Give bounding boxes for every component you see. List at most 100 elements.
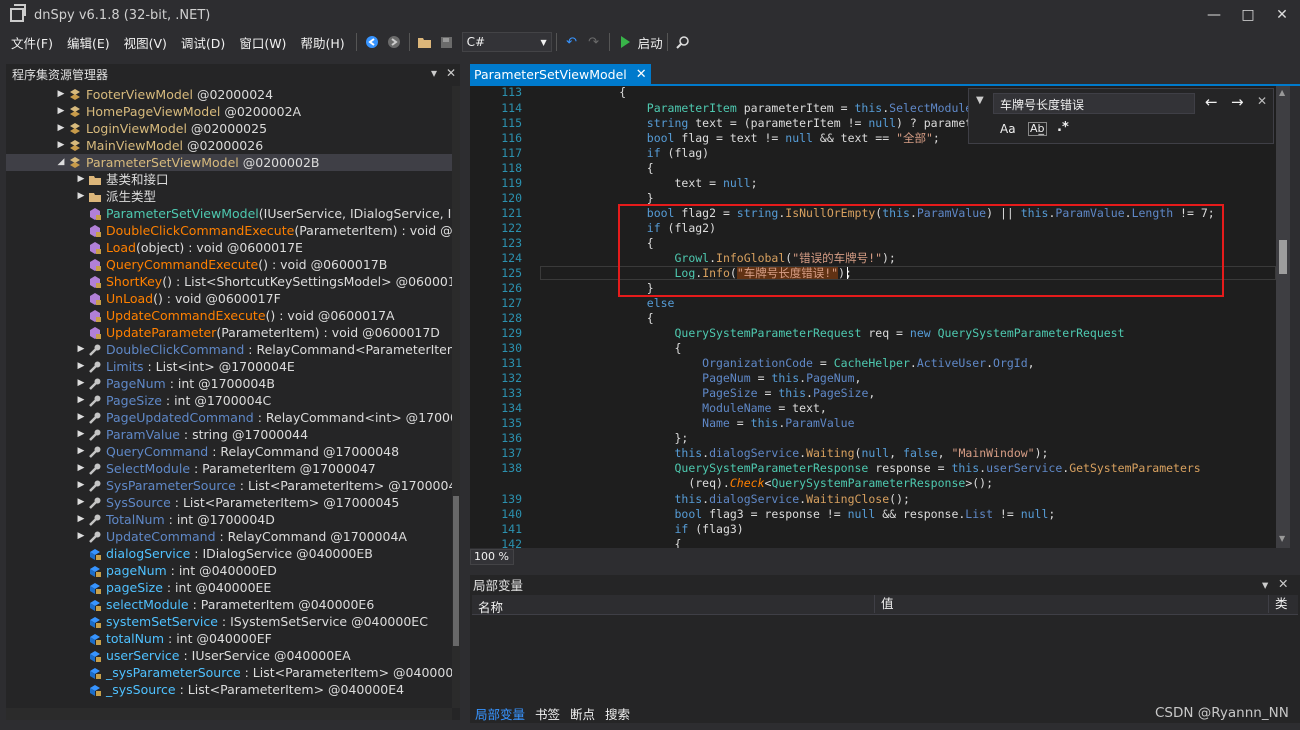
tree-item[interactable]: ▶ LoginViewModel @02000025	[6, 120, 452, 137]
expand-arrow-icon[interactable]: ▶	[76, 511, 86, 528]
whole-word-toggle[interactable]: Ab̲	[1028, 122, 1047, 136]
tree-item[interactable]: ▶ 派生类型	[6, 188, 452, 205]
column-header-name[interactable]: 名称	[478, 597, 503, 616]
code-line[interactable]: {	[536, 342, 681, 355]
tree-item[interactable]: ▶ SelectModule : ParameterItem @17000047	[6, 460, 452, 477]
find-input[interactable]: 车牌号长度错误	[993, 93, 1195, 114]
code-line[interactable]: OrganizationCode = CacheHelper.ActiveUse…	[536, 357, 1034, 370]
expand-replace-icon[interactable]: ▼	[976, 95, 984, 106]
code-editor[interactable]: 113 114 115 116 117 118 119 120 121 122 123 124 125 1…	[470, 86, 1276, 548]
expand-arrow-icon[interactable]: ▶	[76, 358, 86, 375]
code-line[interactable]: PageNum = this.PageNum,	[536, 372, 861, 385]
expand-arrow-icon[interactable]: ▶	[76, 341, 86, 358]
tab-breakpoints[interactable]: 断点	[565, 704, 600, 723]
code-line[interactable]: bool flag = text != null && text == "全部"…	[536, 132, 940, 145]
tree-item[interactable]: Load(object) : void @0600017E	[6, 239, 452, 256]
assembly-tree[interactable]: ▶ FooterViewModel @02000024 ▶ HomePageViewM…	[6, 86, 452, 708]
panel-close-icon[interactable]: ✕	[446, 66, 456, 80]
code-line[interactable]: {	[536, 312, 654, 325]
match-case-toggle[interactable]: Aa	[1000, 122, 1016, 136]
scrollbar-thumb[interactable]	[453, 496, 459, 646]
redo-icon[interactable]: ↷	[584, 32, 604, 52]
code-line[interactable]: };	[536, 432, 688, 445]
tree-item[interactable]: ParameterSetViewModel(IUserService, IDia…	[6, 205, 452, 222]
tree-item[interactable]: UpdateParameter(ParameterItem) : void @0…	[6, 324, 452, 341]
expand-arrow-icon[interactable]: ▶	[56, 137, 66, 154]
open-icon[interactable]	[415, 32, 435, 52]
expand-arrow-icon[interactable]: ▶	[76, 188, 86, 205]
tree-item[interactable]: ▶ PageSize : int @1700004C	[6, 392, 452, 409]
tree-item[interactable]: UpdateCommandExecute() : void @0600017A	[6, 307, 452, 324]
zoom-select[interactable]: 100 %	[470, 549, 514, 565]
tree-item[interactable]: ▶ UpdateCommand : RelayCommand @1700004A	[6, 528, 452, 545]
expand-arrow-icon[interactable]: ▶	[76, 426, 86, 443]
tree-item[interactable]: ▶ PageUpdatedCommand : RelayCommand<int> …	[6, 409, 452, 426]
tree-item[interactable]: pageNum : int @040000ED	[6, 562, 452, 579]
expand-arrow-icon[interactable]: ▶	[76, 528, 86, 545]
code-line[interactable]: Name = this.ParamValue	[536, 417, 854, 430]
code-line[interactable]: QuerySystemParameterResponse response = …	[536, 462, 1200, 475]
panel-menu-icon[interactable]: ▾	[1262, 577, 1268, 592]
expand-arrow-icon[interactable]: ▶	[76, 171, 86, 188]
start-button[interactable]: 启动	[638, 33, 663, 52]
expand-arrow-icon[interactable]: ▶	[76, 392, 86, 409]
tab-parametersetviewmodel[interactable]: ParameterSetViewModel ✕	[470, 64, 651, 84]
code-line[interactable]: if (flag3)	[536, 523, 743, 536]
tree-item[interactable]: totalNum : int @040000EF	[6, 630, 452, 647]
tab-search[interactable]: 搜索	[600, 704, 635, 723]
code-line[interactable]: {	[536, 538, 681, 549]
find-previous-icon[interactable]: ←	[1205, 93, 1218, 111]
language-select[interactable]: C# ▼	[461, 32, 552, 52]
tree-item[interactable]: ▶ FooterViewModel @02000024	[6, 86, 452, 103]
code-line[interactable]: else	[536, 297, 675, 310]
panel-menu-icon[interactable]: ▾	[431, 66, 437, 80]
tree-item[interactable]: pageSize : int @040000EE	[6, 579, 452, 596]
tab-bookmarks[interactable]: 书签	[530, 704, 565, 723]
expand-arrow-icon[interactable]: ▶	[56, 103, 66, 120]
back-icon[interactable]	[362, 32, 382, 52]
tree-item[interactable]: ▶ HomePageViewModel @0200002A	[6, 103, 452, 120]
tree-item[interactable]: _sysParameterSource : List<ParameterItem…	[6, 664, 452, 681]
code-line[interactable]: PageSize = this.PageSize,	[536, 387, 875, 400]
code-line[interactable]: QuerySystemParameterRequest req = new Qu…	[536, 327, 1124, 340]
menu-file[interactable]: 文件(F)	[4, 33, 60, 52]
panel-close-icon[interactable]: ✕	[1278, 576, 1288, 591]
code-line[interactable]: string text = (parameterItem != null) ? …	[536, 117, 986, 130]
tree-item[interactable]: ▶ QueryCommand : RelayCommand @17000048	[6, 443, 452, 460]
column-header-value[interactable]: 值	[874, 595, 894, 613]
expand-arrow-icon[interactable]: ▶	[76, 494, 86, 511]
undo-icon[interactable]: ↶	[562, 32, 582, 52]
explorer-horizontal-scrollbar[interactable]	[6, 708, 452, 720]
menu-window[interactable]: 窗口(W)	[232, 33, 293, 52]
column-header-type[interactable]: 类	[1268, 595, 1288, 613]
code-line[interactable]: if (flag)	[536, 147, 709, 160]
tree-item[interactable]: DoubleClickCommandExecute(ParameterItem)…	[6, 222, 452, 239]
tree-item[interactable]: ▶ ParamValue : string @17000044	[6, 426, 452, 443]
close-button[interactable]: ✕	[1264, 0, 1300, 30]
code-line[interactable]: text = null;	[536, 177, 757, 190]
tree-item[interactable]: QueryCommandExecute() : void @0600017B	[6, 256, 452, 273]
menu-help[interactable]: 帮助(H)	[293, 33, 351, 52]
tree-item[interactable]: _sysSource : List<ParameterItem> @040000…	[6, 681, 452, 698]
tree-item[interactable]: ▶ SysParameterSource : List<ParameterItem…	[6, 477, 452, 494]
code-line[interactable]: ModuleName = text,	[536, 402, 827, 415]
code-line[interactable]: {	[536, 86, 626, 99]
expand-arrow-icon[interactable]: ▶	[56, 86, 66, 103]
minimize-button[interactable]: —	[1196, 0, 1232, 30]
code-line[interactable]: (req).Check<QuerySystemParameterResponse…	[536, 477, 993, 490]
menu-edit[interactable]: 编辑(E)	[60, 33, 117, 52]
code-line[interactable]: bool flag3 = response != null && respons…	[536, 508, 1055, 521]
tree-item[interactable]: ▶ Limits : List<int> @1700004E	[6, 358, 452, 375]
tree-item[interactable]: ShortKey() : List<ShortcutKeySettingsMod…	[6, 273, 452, 290]
tree-item[interactable]: ▶ 基类和接口	[6, 171, 452, 188]
tree-item[interactable]: UnLoad() : void @0600017F	[6, 290, 452, 307]
tree-item[interactable]: dialogService : IDialogService @040000EB	[6, 545, 452, 562]
maximize-button[interactable]: □	[1230, 0, 1266, 30]
expand-arrow-icon[interactable]: ▶	[76, 477, 86, 494]
scrollbar-thumb[interactable]	[1279, 240, 1287, 274]
save-all-icon[interactable]	[437, 32, 457, 52]
find-close-icon[interactable]: ✕	[1257, 94, 1267, 108]
tree-item[interactable]: systemSetService : ISystemSetService @04…	[6, 613, 452, 630]
tree-item[interactable]: ◢ ParameterSetViewModel @0200002B	[6, 154, 452, 171]
expand-arrow-icon[interactable]: ▶	[76, 443, 86, 460]
